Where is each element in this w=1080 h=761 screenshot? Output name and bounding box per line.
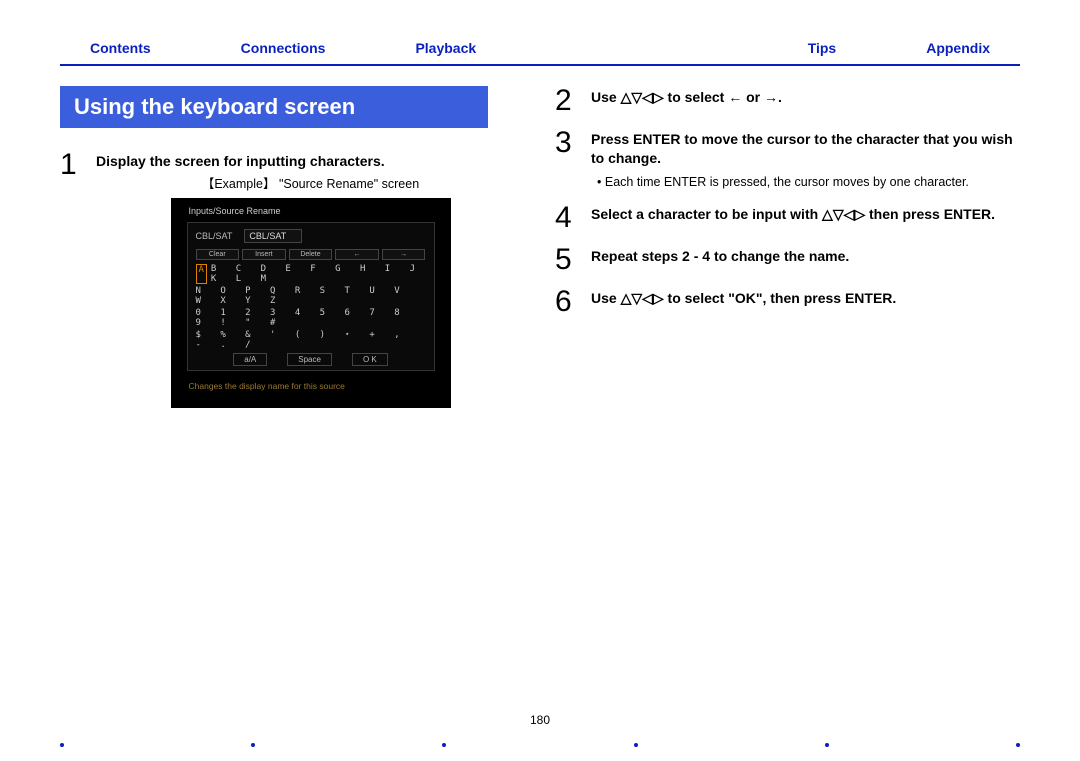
example-label: 【Example】 "Source Rename" screen [96, 173, 525, 192]
section-header: Using the keyboard screen [60, 86, 488, 128]
step-2-text: Use △▽◁▷ to select ← or →. [591, 88, 1020, 107]
shot-btn-insert: Insert [242, 249, 286, 260]
shot-btn-case: a/A [233, 353, 267, 366]
shot-btn-ok: O K [352, 353, 388, 366]
step-3-number: 3 [555, 128, 591, 158]
page-number: 180 [0, 713, 1080, 727]
step-6-text: Use △▽◁▷ to select "OK", then press ENTE… [591, 289, 1020, 308]
shot-kb-highlight: A [196, 264, 207, 284]
shot-btn-left: ← [335, 249, 379, 260]
step-1-number: 1 [60, 150, 96, 180]
footer-dot [634, 743, 638, 747]
top-nav: Contents Connections Playback Tips Appen… [0, 0, 1080, 64]
step-1-text: Display the screen for inputting charact… [96, 152, 525, 171]
shot-kb-row1: B C D E F G H I J K L M [211, 264, 426, 284]
shot-btn-clear: Clear [196, 249, 240, 260]
step-3-bullet: Each time ENTER is pressed, the cursor m… [609, 174, 1020, 191]
step-5-number: 5 [555, 245, 591, 275]
left-column: Using the keyboard screen 1 Display the … [60, 86, 525, 420]
shot-field-value: CBL/SAT [244, 229, 302, 243]
shot-field-label: CBL/SAT [196, 231, 233, 241]
footer-dot [1016, 743, 1020, 747]
nav-divider [60, 64, 1020, 66]
step-5-text: Repeat steps 2 - 4 to change the name. [591, 247, 1020, 266]
example-screenshot: Inputs/Source Rename CBL/SAT CBL/SAT Cle… [171, 198, 451, 408]
shot-footer-text: Changes the display name for this source [171, 371, 451, 391]
nav-playback[interactable]: Playback [415, 40, 476, 56]
step-4-text: Select a character to be input with △▽◁▷… [591, 205, 1020, 224]
nav-connections[interactable]: Connections [241, 40, 326, 56]
footer-dot [251, 743, 255, 747]
shot-btn-delete: Delete [289, 249, 333, 260]
footer-dot [60, 743, 64, 747]
footer-markers [60, 743, 1020, 747]
step-6-number: 6 [555, 287, 591, 317]
shot-kb-row3: 0 1 2 3 4 5 6 7 8 9 ! " # [196, 308, 426, 328]
shot-kb-row2: N O P Q R S T U V W X Y Z [196, 286, 426, 306]
step-3-text: Press ENTER to move the cursor to the ch… [591, 130, 1020, 168]
nav-contents[interactable]: Contents [90, 40, 151, 56]
shot-kb-row4: $ % & ' ( ) ⋆ + , - . / [196, 330, 426, 350]
nav-tips[interactable]: Tips [808, 40, 837, 56]
nav-appendix[interactable]: Appendix [926, 40, 990, 56]
footer-dot [442, 743, 446, 747]
shot-btn-space: Space [287, 353, 332, 366]
footer-dot [825, 743, 829, 747]
right-column: 2 Use △▽◁▷ to select ← or →. 3 Press ENT… [555, 86, 1020, 420]
step-2-number: 2 [555, 86, 591, 116]
shot-btn-right: → [382, 249, 426, 260]
shot-title: Inputs/Source Rename [171, 204, 451, 222]
step-4-number: 4 [555, 203, 591, 233]
shot-button-row: Clear Insert Delete ← → [196, 249, 426, 260]
